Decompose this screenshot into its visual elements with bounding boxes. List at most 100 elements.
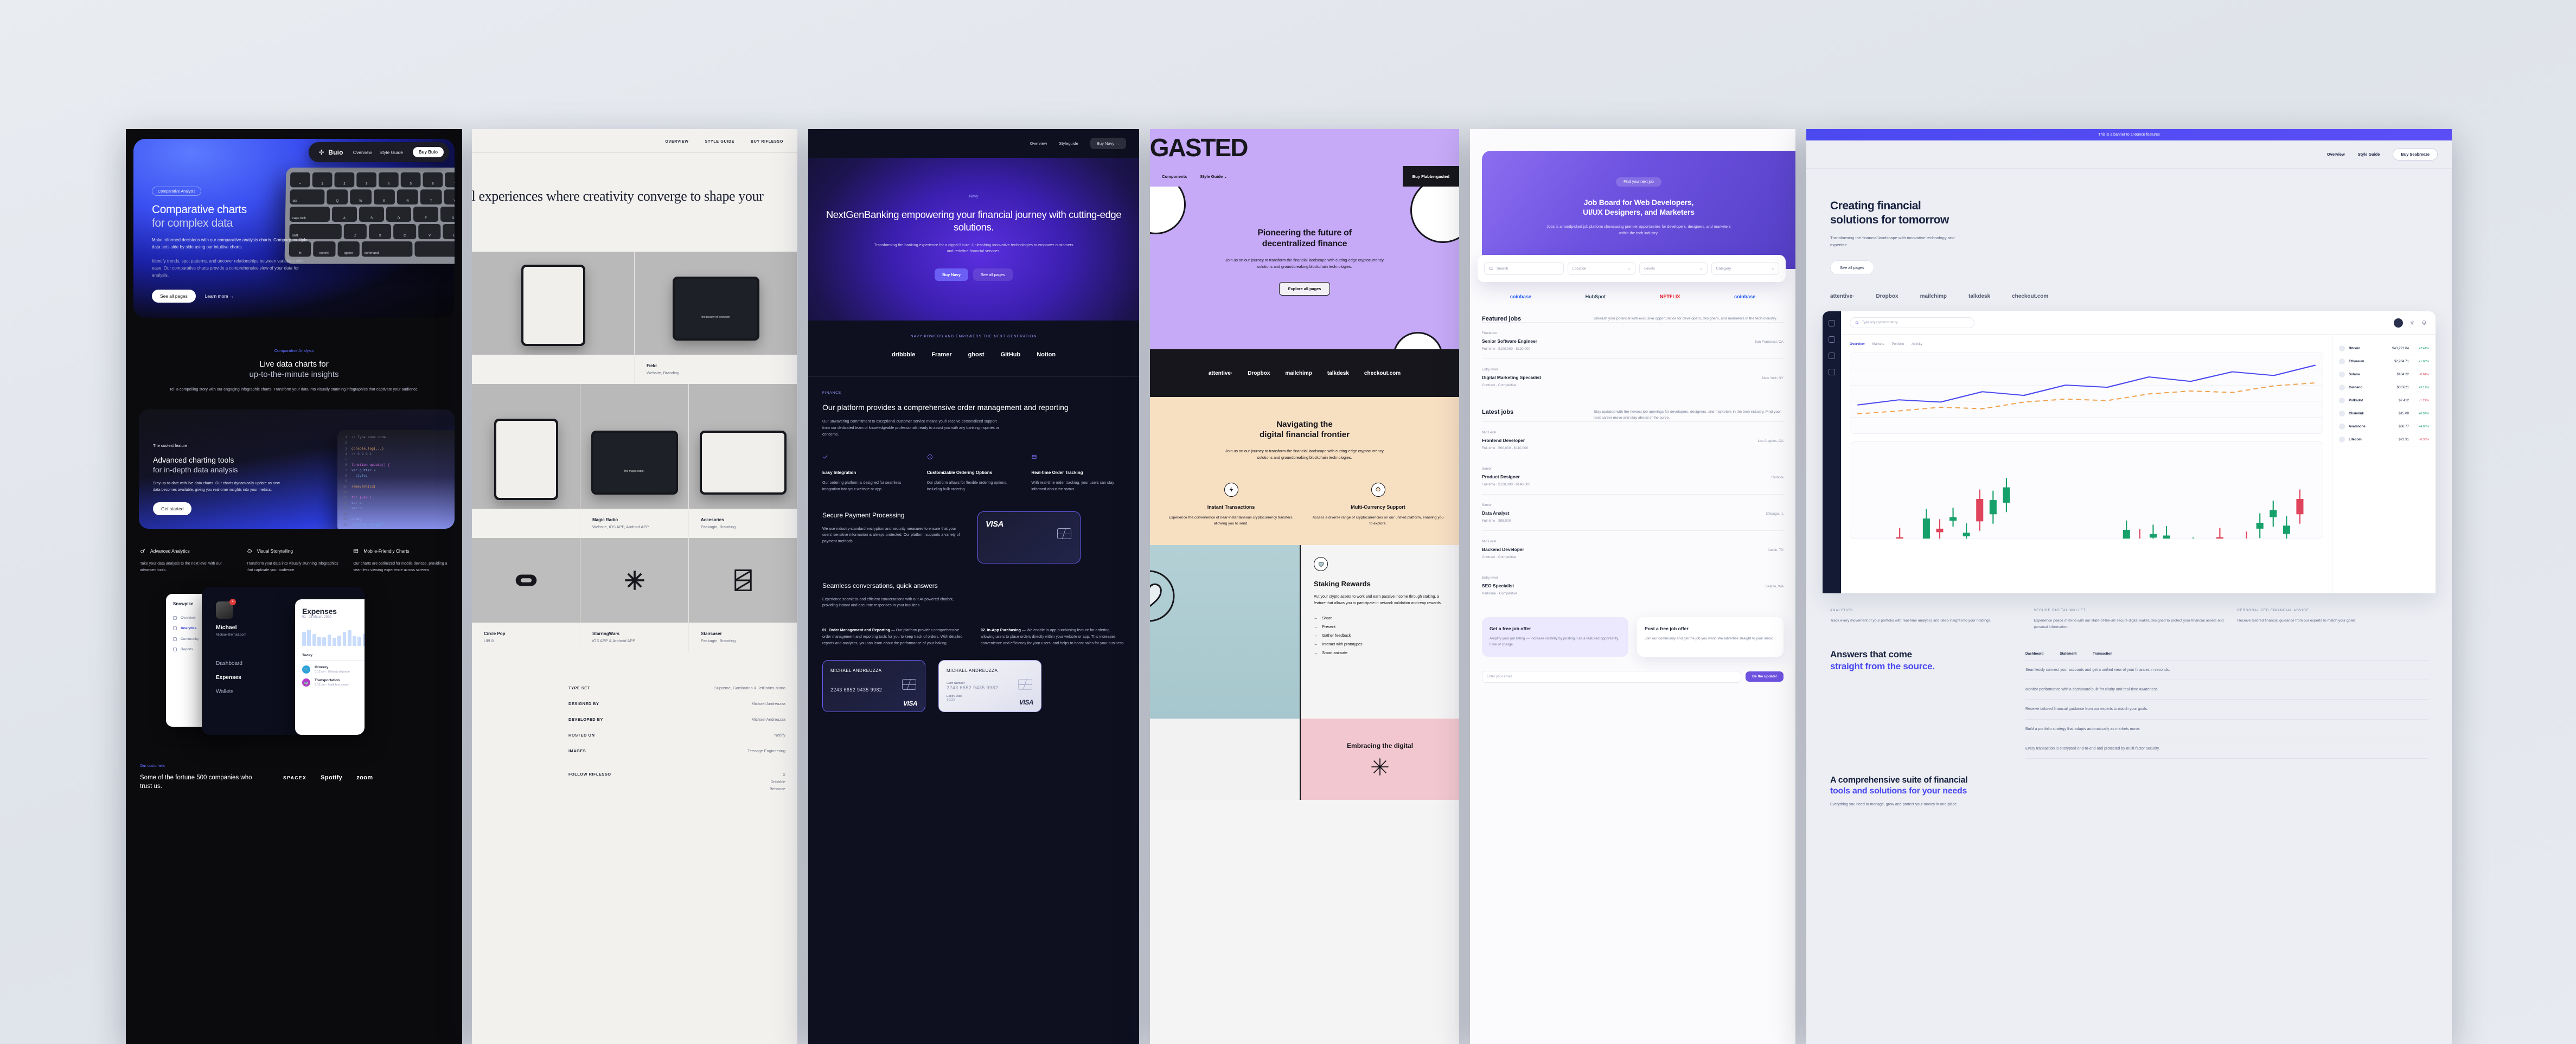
job-meta: Contract · Competitive [1482,555,1517,559]
nav-style-guide[interactable]: STYLE GUIDE [705,140,734,144]
bell-icon[interactable] [2421,320,2427,325]
see-all-pages-button[interactable]: See all pages [152,290,196,303]
levels-select[interactable]: Levels ⌄ [1639,262,1708,275]
tab-activity[interactable]: Activity [1912,342,1922,346]
table-row[interactable]: Litecoin $72.31 -0.38% [2339,433,2429,447]
table-row[interactable]: Polkadot $7.412 -1.22% [2339,394,2429,408]
list-item[interactable]: → Gather feedback [1314,633,1446,638]
list-item[interactable]: → Present [1314,624,1446,629]
email-field[interactable]: Enter your email [1482,670,1742,683]
tab-overview[interactable]: Overview [1850,342,1865,346]
project-thumbnail[interactable]: the magic radio. [580,384,689,509]
tab-statement[interactable]: Statement [2060,652,2076,656]
nav-style-guide[interactable]: Style Guide [380,150,403,155]
buy-navy-button[interactable]: Buy Navy → [1090,138,1126,149]
chart-gridlines [1850,369,2323,418]
tab-markets[interactable]: Markets [1872,342,1884,346]
nav-overview[interactable]: Overview [2327,152,2345,157]
nav-style-guide[interactable]: Style Guide ⌄ [1200,174,1227,179]
job-listing[interactable]: Entry level Digital Marketing Specialist… [1482,358,1784,395]
buy-buio-button[interactable]: Buy Buio [412,147,444,157]
faq-item[interactable]: Seamlessly connect your accounts and get… [2025,661,2428,681]
tab-portfolio[interactable]: Portfolio [1892,342,1904,346]
numbered-item: 01. Order Management and Reporting — Our… [822,627,967,647]
list-item[interactable]: → Smart animate [1314,650,1446,655]
project-thumbnail[interactable]: the beauty of evolution [635,252,797,355]
project-thumbnail[interactable] [472,538,580,623]
nav-overview[interactable]: Overview [1030,141,1047,146]
avatar[interactable] [2394,318,2403,328]
faq-item[interactable]: Monitor performance with a dashboard bui… [2025,680,2428,700]
wallet-icon[interactable] [1829,369,1835,376]
nav-overview[interactable]: Overview [353,150,372,155]
nav-overview[interactable]: OVERVIEW [665,140,688,144]
chart-icon[interactable] [1829,353,1835,360]
table-row[interactable]: Chainlink $15.08 +0.92% [2339,407,2429,421]
navy-chat-section: Seamless conversations, quick answers Ex… [808,563,1139,609]
explore-pages-button[interactable]: Explore all pages [1279,282,1331,296]
buy-seabreeze-button[interactable]: Buy Seabreeze [2393,148,2438,161]
job-listing[interactable]: Senior Data Analyst Chicago, IL Full-time… [1482,494,1784,530]
social-link-behance[interactable]: Behance [770,786,785,791]
project-meta[interactable]: Staircaser Packagin, Branding [689,623,797,652]
tab-dashboard[interactable]: Dashboard [2025,652,2043,656]
job-listing[interactable]: Mid Level Backend Developer Austin, TX Co… [1482,530,1784,567]
project-thumbnail[interactable] [472,252,635,355]
tab-transaction[interactable]: Transaction [2093,652,2112,656]
table-row[interactable]: Ethereum $2,284.71 +1.08% [2339,355,2429,369]
gear-icon[interactable] [2409,320,2415,325]
project-thumbnail[interactable] [580,538,689,623]
project-thumbnail[interactable] [472,384,580,509]
social-link-x[interactable]: X [783,772,785,777]
social-link-dribbble[interactable]: Dribbble [770,779,785,784]
project-meta[interactable]: Circle Pop UI/UX [472,623,580,652]
faq-item[interactable]: Build a portfolio strategy that adapts a… [2025,720,2428,739]
job-listing[interactable]: Freelance Senior Software Engineer San F… [1482,322,1784,358]
crypto-search-input[interactable]: Type any cryptocurrency... [1850,317,1974,329]
riflesso-hero: ...que digital experiences where creativ… [472,153,797,252]
table-row[interactable]: Cardano $0.5821 +3.17% [2339,381,2429,395]
list-item[interactable]: → Interact with prototypes [1314,642,1446,646]
buy-flabbergasted-button[interactable]: Buy Flabbergasted [1402,166,1459,187]
table-row[interactable]: Solana $104.22 -0.64% [2339,368,2429,382]
table-row[interactable]: Avalanche $36.77 +4.05% [2339,420,2429,434]
buio-logo[interactable]: Buio [318,149,343,156]
device-mockup [699,431,787,495]
analytics-icon [140,549,145,554]
faq-item[interactable]: Every transaction is encrypted end-to-en… [2025,739,2428,759]
project-thumbnail[interactable] [689,384,797,509]
see-all-pages-cta[interactable]: See all pages [973,268,1013,281]
job-listing[interactable]: Senior Product Designer Remote Full-time … [1482,457,1784,494]
buy-navy-cta[interactable]: Buy Navy [935,268,968,281]
search-input[interactable]: Search [1484,262,1564,275]
subscribe-button[interactable]: Be the update! [1746,671,1784,682]
cube-icon[interactable] [1829,336,1835,343]
nav-style-guide[interactable]: Style Guide [2358,152,2380,157]
see-all-pages-button[interactable]: See all pages [1830,260,1874,276]
asset-name: Ethereum [2349,360,2364,364]
nav-styleguide[interactable]: Styleguide [1059,141,1078,146]
faq-item[interactable]: Receive tailored financial guidance from… [2025,700,2428,720]
buy-riflesso-button[interactable]: BUY RIFLESSO [751,140,783,144]
table-row[interactable]: Bitcoin $43,221.04 +2.41% [2339,342,2429,356]
nav-components[interactable]: Components [1162,174,1187,179]
get-started-button[interactable]: Get started [153,502,192,515]
project-thumbnail[interactable] [689,538,797,623]
learn-more-link[interactable]: Learn more → [205,293,234,299]
location-select[interactable]: Location ⌄ [1567,262,1636,275]
title-line2: UI/UX Designers, and Marketers [1583,208,1695,217]
category-select[interactable]: Category ⌄ [1711,262,1779,275]
menu-icon[interactable] [1829,320,1835,327]
promo-card-free-offer[interactable]: Get a free job offer Amplify your job li… [1482,617,1628,657]
project-meta[interactable]: Accesories Packagin, Branding [689,509,797,539]
announcement-banner[interactable]: This is a banner to anounce features [1806,129,2452,140]
project-meta[interactable]: Field Website, Branding [635,355,797,385]
job-listing[interactable]: Entry level SEO Specialist Seattle, WA Pa… [1482,566,1784,603]
expense-name: Grocery [315,665,329,670]
logo-dribbble: dribbble [891,351,916,358]
list-item[interactable]: → Share [1314,616,1446,620]
promo-card-post-job[interactable]: Post a free job offer Join our community… [1637,617,1784,657]
job-listing[interactable]: Mid Level Frontend Developer Los Angeles,… [1482,421,1784,458]
project-meta[interactable]: StarringWars iOS APP & Android APP [580,623,689,652]
project-meta[interactable]: Magic Radio Website, iOS APP, Android AP… [580,509,689,539]
